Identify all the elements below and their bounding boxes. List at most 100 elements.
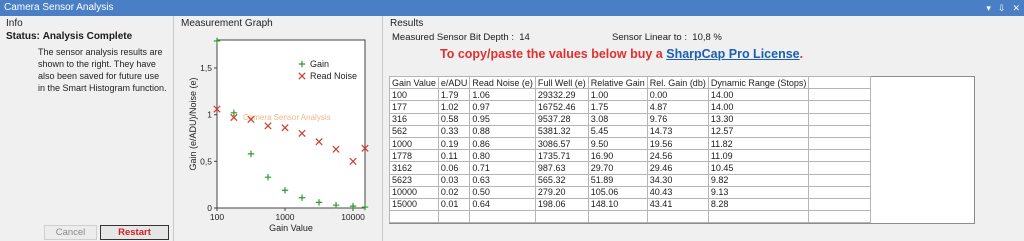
table-cell: 0.80 bbox=[469, 149, 536, 163]
x-tick-label: 10000 bbox=[341, 212, 365, 222]
table-cell: 9.76 bbox=[646, 112, 709, 126]
column-header[interactable] bbox=[808, 75, 872, 90]
table-cell bbox=[808, 136, 872, 151]
table-cell: 198.06 bbox=[534, 197, 589, 212]
table-cell: 3086.57 bbox=[534, 136, 589, 151]
table-cell: 13.30 bbox=[707, 112, 810, 126]
legend-label: Read Noise bbox=[310, 71, 357, 81]
table-row[interactable] bbox=[389, 210, 872, 224]
table-cell bbox=[808, 100, 872, 114]
table-row[interactable]: 562 0.33 0.88 5381.32 5.45 14.73 12.57 bbox=[389, 124, 872, 138]
table-cell: 0.97 bbox=[469, 100, 536, 114]
column-header[interactable]: Relative Gain bbox=[587, 75, 648, 90]
x-axis-label: Gain Value bbox=[269, 223, 313, 233]
graph-panel: Measurement Graph Camera Sensor Analysis… bbox=[175, 16, 383, 241]
table-cell: 105.06 bbox=[587, 185, 648, 199]
license-link[interactable]: SharpCap Pro License bbox=[666, 47, 799, 61]
table-cell: 0.64 bbox=[469, 197, 536, 212]
table-cell: 9.82 bbox=[707, 173, 810, 187]
status-label: Status: bbox=[6, 31, 40, 42]
restart-button[interactable]: Restart bbox=[100, 225, 169, 240]
table-row[interactable]: 100 1.79 1.06 29332.29 1.00 0.00 14.00 bbox=[389, 88, 872, 102]
table-row[interactable]: 1000 0.19 0.86 3086.57 9.50 19.56 11.82 bbox=[389, 136, 872, 151]
table-row[interactable]: 3162 0.06 0.71 987.63 29.70 29.46 10.45 bbox=[389, 161, 872, 175]
column-header[interactable]: Dynamic Range (Stops) bbox=[707, 75, 810, 90]
table-cell bbox=[808, 173, 872, 187]
table-row[interactable]: 5623 0.03 0.63 565.32 51.89 34.30 9.82 bbox=[389, 173, 872, 187]
close-icon[interactable]: ✕ bbox=[1012, 0, 1020, 16]
column-header[interactable]: Full Well (e) bbox=[534, 75, 589, 90]
y-tick-label: 1,5 bbox=[200, 63, 212, 73]
chart-watermark: Camera Sensor Analysis bbox=[243, 113, 331, 122]
table-row[interactable]: 177 1.02 0.97 16752.46 1.75 4.87 14.00 bbox=[389, 100, 872, 114]
table-cell: 19.56 bbox=[646, 136, 709, 151]
column-header[interactable]: Read Noise (e) bbox=[469, 75, 536, 90]
column-header[interactable]: Gain Value bbox=[389, 75, 439, 90]
table-cell: 16.90 bbox=[587, 149, 648, 163]
table-cell: 3.08 bbox=[587, 112, 648, 126]
table-cell bbox=[587, 210, 648, 224]
status-value: Analysis Complete bbox=[42, 31, 133, 42]
table-cell: 0.19 bbox=[437, 136, 471, 151]
table-cell: 100 bbox=[389, 88, 439, 102]
table-cell: 29332.29 bbox=[534, 88, 589, 102]
promo-end: . bbox=[799, 47, 804, 61]
table-cell: 0.11 bbox=[437, 149, 471, 163]
table-cell: 10000 bbox=[389, 185, 439, 199]
graph-heading: Measurement Graph bbox=[181, 18, 273, 29]
column-header[interactable]: e/ADU bbox=[437, 75, 471, 90]
y-tick-label: 1 bbox=[207, 110, 212, 120]
table-cell: 987.63 bbox=[534, 161, 589, 175]
table-cell bbox=[707, 210, 810, 224]
table-cell bbox=[808, 197, 872, 212]
table-cell: 1000 bbox=[389, 136, 439, 151]
table-cell: 0.88 bbox=[469, 124, 536, 138]
table-cell bbox=[808, 112, 872, 126]
column-header[interactable]: Rel. Gain (db) bbox=[646, 75, 709, 90]
table-cell: 0.03 bbox=[437, 173, 471, 187]
table-cell: 40.43 bbox=[646, 185, 709, 199]
table-cell: 11.09 bbox=[707, 149, 810, 163]
linearity-readout: Sensor Linear to : 10,8 % bbox=[612, 32, 722, 43]
table-cell: 24.56 bbox=[646, 149, 709, 163]
info-heading: Info bbox=[6, 18, 23, 29]
table-cell: 0.02 bbox=[437, 185, 471, 199]
table-cell bbox=[437, 210, 471, 224]
table-row[interactable]: 10000 0.02 0.50 279.20 105.06 40.43 9.13 bbox=[389, 185, 872, 199]
table-cell: 0.50 bbox=[469, 185, 536, 199]
table-cell: 177 bbox=[389, 100, 439, 114]
table-cell bbox=[808, 185, 872, 199]
table-cell: 11.82 bbox=[707, 136, 810, 151]
table-row[interactable]: 316 0.58 0.95 9537.28 3.08 9.76 13.30 bbox=[389, 112, 872, 126]
table-cell: 0.00 bbox=[646, 88, 709, 102]
table-cell bbox=[646, 210, 709, 224]
table-cell: 1.79 bbox=[437, 88, 471, 102]
table-cell: 0.86 bbox=[469, 136, 536, 151]
x-tick-label: 1000 bbox=[276, 212, 295, 222]
table-row[interactable]: 15000 0.01 0.64 198.06 148.10 43.41 8.28 bbox=[389, 197, 872, 212]
table-cell: 0.06 bbox=[437, 161, 471, 175]
cancel-button[interactable]: Cancel bbox=[44, 225, 97, 240]
dropdown-icon[interactable]: ▾ bbox=[986, 0, 991, 16]
results-table-frame[interactable]: Gain Value e/ADU Read Noise (e) Full Well (… bbox=[389, 75, 975, 224]
pin-icon[interactable]: ⇩ bbox=[998, 0, 1006, 16]
table-cell: 29.70 bbox=[587, 161, 648, 175]
linear-value: 10,8 % bbox=[692, 32, 722, 43]
results-panel: Results Measured Sensor Bit Depth : 14 S… bbox=[384, 16, 1024, 241]
table-cell bbox=[808, 149, 872, 163]
table-cell: 14.73 bbox=[646, 124, 709, 138]
table-cell: 316 bbox=[389, 112, 439, 126]
table-row[interactable]: 1778 0.11 0.80 1735.71 16.90 24.56 11.09 bbox=[389, 149, 872, 163]
table-cell bbox=[534, 210, 589, 224]
table-cell: 8.28 bbox=[707, 197, 810, 212]
table-cell: 1778 bbox=[389, 149, 439, 163]
window-titlebar: Camera Sensor Analysis ▾ ⇩ ✕ bbox=[0, 0, 1024, 16]
table-cell: 9.13 bbox=[707, 185, 810, 199]
y-tick-label: 0,5 bbox=[200, 156, 212, 166]
table-cell: 0.71 bbox=[469, 161, 536, 175]
table-cell: 0.58 bbox=[437, 112, 471, 126]
x-tick-label: 100 bbox=[210, 212, 224, 222]
table-cell bbox=[469, 210, 536, 224]
table-cell bbox=[808, 161, 872, 175]
table-cell: 1735.71 bbox=[534, 149, 589, 163]
